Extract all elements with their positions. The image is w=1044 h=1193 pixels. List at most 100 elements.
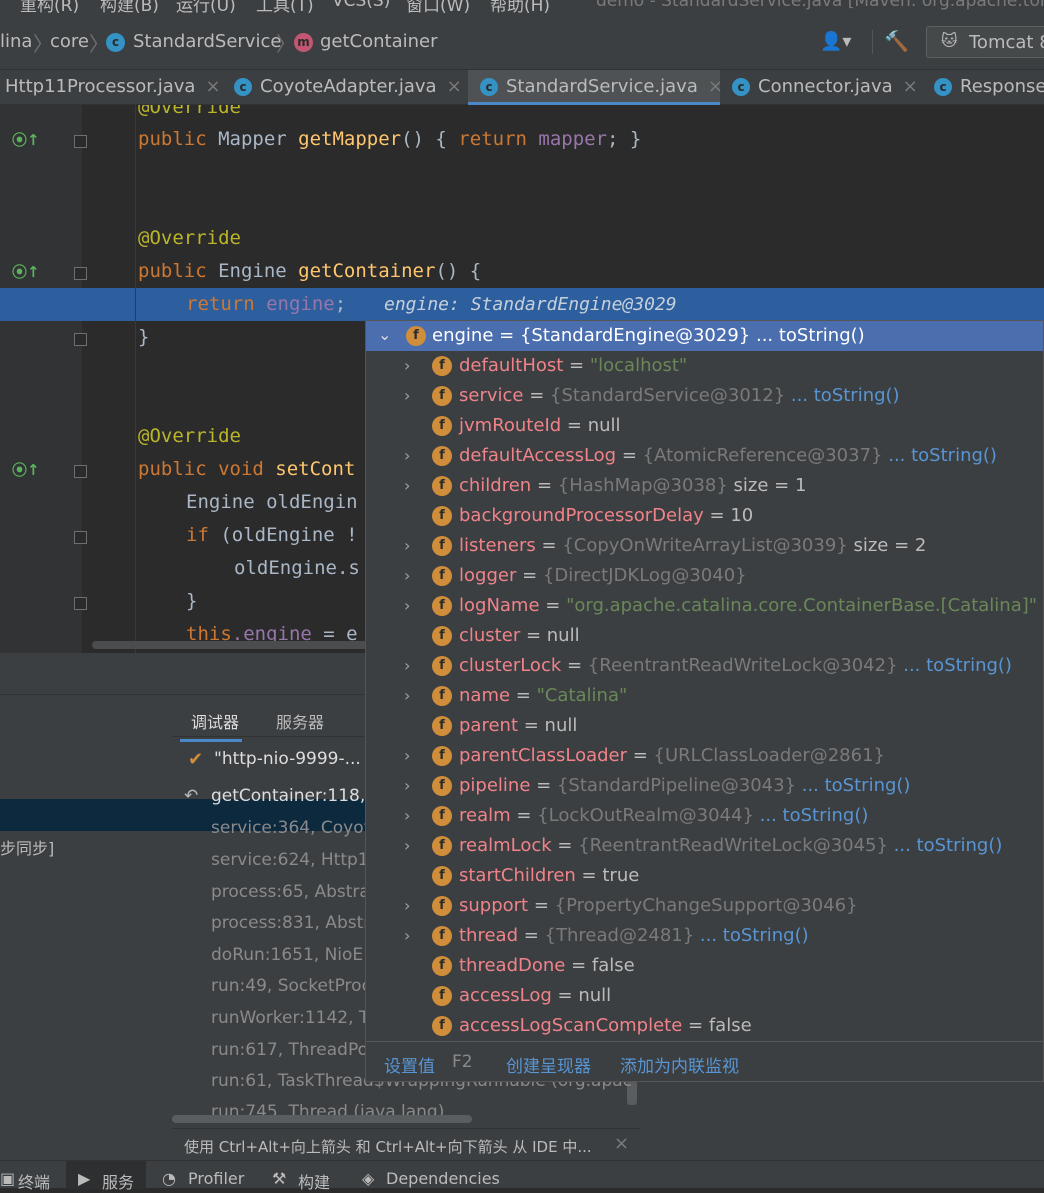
chevron-right-icon[interactable]: › xyxy=(404,591,410,621)
user-icon[interactable]: 👤▾ xyxy=(820,31,851,52)
tab-response[interactable]: c Response xyxy=(924,70,1044,105)
chevron-down-icon[interactable]: ⌄ xyxy=(378,325,391,344)
stack-frame[interactable]: run:49, SocketProc xyxy=(211,976,371,996)
set-value-link[interactable]: 设置值 xyxy=(384,1052,435,1077)
variable-row[interactable]: › f service = {StandardService@3012} ... t… xyxy=(366,381,1043,411)
stack-frame[interactable]: process:65, Abstra xyxy=(211,882,370,902)
tab-connector[interactable]: c Connector.java × xyxy=(720,70,924,105)
chevron-right-icon[interactable]: › xyxy=(404,531,410,561)
variable-row[interactable]: f startChildren = true xyxy=(366,861,1043,891)
variable-row[interactable]: f accessLog = null xyxy=(366,981,1043,1011)
variable-row[interactable]: f accessLogScanComplete = false xyxy=(366,1011,1043,1041)
chevron-right-icon[interactable]: › xyxy=(404,351,410,381)
menu-refactor[interactable]: 重构(R) xyxy=(20,0,79,14)
breadcrumb-core[interactable]: core xyxy=(50,31,89,52)
stack-frame[interactable]: service:624, Http1 xyxy=(211,850,369,870)
chevron-right-icon[interactable]: › xyxy=(404,681,410,711)
menu-help[interactable]: 帮助(H) xyxy=(490,0,550,14)
tool-services-active[interactable]: ▶ 服务 xyxy=(66,1161,146,1192)
tool-dependencies[interactable]: Dependencies xyxy=(386,1169,500,1188)
fold-icon[interactable] xyxy=(74,597,87,610)
variable-row[interactable]: f threadDone = false xyxy=(366,951,1043,981)
stack-frame[interactable]: run:617, ThreadPo xyxy=(211,1040,368,1060)
chevron-right-icon[interactable]: › xyxy=(404,561,410,591)
close-icon[interactable]: × xyxy=(205,76,220,97)
add-inline-watch-link[interactable]: 添加为内联监视 xyxy=(620,1052,739,1077)
chevron-right-icon[interactable]: › xyxy=(404,921,410,951)
tool-build[interactable]: 构建 xyxy=(298,1169,330,1193)
variable-row[interactable]: › f name = "Catalina" xyxy=(366,681,1043,711)
menu-build[interactable]: 构建(B) xyxy=(100,0,159,14)
fold-icon[interactable] xyxy=(74,333,87,346)
override-marker-icon[interactable]: ⦿↑ xyxy=(12,129,40,150)
close-icon[interactable]: × xyxy=(903,76,918,97)
fold-icon[interactable] xyxy=(74,531,87,544)
override-marker-icon[interactable]: ⦿↑ xyxy=(12,261,40,282)
variable-row[interactable]: › f support = {PropertyChangeSupport@3046} xyxy=(366,891,1043,921)
chevron-right-icon[interactable]: › xyxy=(404,471,410,501)
variable-row[interactable]: › f children = {HashMap@3038} size = 1 xyxy=(366,471,1043,501)
selected-row[interactable] xyxy=(0,799,172,831)
variable-row[interactable]: › f realmLock = {ReentrantReadWriteLock@30… xyxy=(366,831,1043,861)
chevron-right-icon[interactable]: › xyxy=(404,441,410,471)
variable-row[interactable]: › f logger = {DirectJDKLog@3040} xyxy=(366,561,1043,591)
variable-row[interactable]: f cluster = null xyxy=(366,621,1043,651)
tostring-link: ... toString() xyxy=(796,775,911,796)
override-marker-icon[interactable]: ⦿↑ xyxy=(12,459,40,480)
variable-row[interactable]: f parent = null xyxy=(366,711,1043,741)
stack-frame[interactable]: getContainer:118, xyxy=(211,786,365,806)
variable-row[interactable]: › f parentClassLoader = {URLClassLoader@28… xyxy=(366,741,1043,771)
chevron-right-icon[interactable]: › xyxy=(404,891,410,921)
close-icon[interactable]: × xyxy=(614,1133,629,1154)
chevron-right-icon[interactable]: › xyxy=(404,741,410,771)
variable-row[interactable]: › f thread = {Thread@2481} ... toString() xyxy=(366,921,1043,951)
fold-icon[interactable] xyxy=(74,267,87,280)
stack-frame[interactable]: process:831, Abstr xyxy=(211,913,370,933)
menu-run[interactable]: 运行(U) xyxy=(176,0,236,14)
fold-icon[interactable] xyxy=(74,135,87,148)
create-renderer-link[interactable]: 创建呈现器 xyxy=(506,1052,591,1077)
variable-value: false xyxy=(591,955,635,976)
chevron-right-icon[interactable]: › xyxy=(404,771,410,801)
thread-selector[interactable]: "http-nio-9999-... xyxy=(214,749,361,769)
stack-frame[interactable]: doRun:1651, NioE xyxy=(211,945,363,965)
variable-row[interactable]: › f listeners = {CopyOnWriteArrayList@3039… xyxy=(366,531,1043,561)
variable-row[interactable]: › f realm = {LockOutRealm@3044} ... toStri… xyxy=(366,801,1043,831)
build-hammer-icon[interactable]: 🔨 xyxy=(884,29,909,53)
stack-frame[interactable]: service:364, Coyot xyxy=(211,818,370,838)
chevron-right-icon[interactable]: › xyxy=(404,831,410,861)
breadcrumb-catalina[interactable]: lina xyxy=(0,31,32,52)
menu-bar: 重构(R) 构建(B) 运行(U) 工具(T) VCS(S) 窗口(W) 帮助(… xyxy=(0,0,1044,14)
variable-row[interactable]: › f pipeline = {StandardPipeline@3043} ...… xyxy=(366,771,1043,801)
menu-tools[interactable]: 工具(T) xyxy=(256,0,314,14)
tool-terminal[interactable]: 终端 xyxy=(18,1169,50,1193)
close-icon[interactable]: × xyxy=(447,76,462,97)
breadcrumb-method[interactable]: getContainer xyxy=(320,31,438,52)
chevron-right-icon[interactable]: › xyxy=(404,651,410,681)
variable-row[interactable]: › f defaultHost = "localhost" xyxy=(366,351,1043,381)
variable-row[interactable]: › f defaultAccessLog = {AtomicReference@30… xyxy=(366,441,1043,471)
run-config-selector[interactable]: 🐱 Tomcat 8 xyxy=(926,26,1044,58)
tab-server[interactable]: 服务器 xyxy=(276,709,324,733)
frames-h-scrollbar[interactable] xyxy=(172,1115,472,1123)
breadcrumb-class[interactable]: StandardService xyxy=(133,31,281,52)
variable-row[interactable]: › f clusterLock = {ReentrantReadWriteLock@… xyxy=(366,651,1043,681)
variable-inspect-popup[interactable]: ⌄ f engine = {StandardEngine@3029} ... t… xyxy=(365,320,1044,1082)
chevron-right-icon[interactable]: › xyxy=(404,381,410,411)
stack-frame[interactable]: runWorker:1142, T xyxy=(211,1008,369,1028)
tab-coyoteadapter[interactable]: c CoyoteAdapter.java × xyxy=(222,70,468,105)
variable-row[interactable]: › f logName = "org.apache.catalina.core.Co… xyxy=(366,591,1043,621)
menu-vcs[interactable]: VCS(S) xyxy=(332,0,390,11)
tab-http11processor[interactable]: Http11Processor.java × xyxy=(0,70,222,105)
tool-profiler[interactable]: Profiler xyxy=(188,1169,244,1188)
tab-standardservice[interactable]: c StandardService.java × xyxy=(468,70,723,105)
menu-window[interactable]: 窗口(W) xyxy=(406,0,470,14)
tab-debugger[interactable]: 调试器 xyxy=(191,709,239,733)
variable-text: children = {HashMap@3038} size = 1 xyxy=(459,471,806,501)
popup-root-row[interactable]: ⌄ f engine = {StandardEngine@3029} ... t… xyxy=(366,321,1043,351)
horizontal-scrollbar[interactable] xyxy=(92,641,392,649)
chevron-right-icon[interactable]: › xyxy=(404,801,410,831)
variable-row[interactable]: f jvmRouteId = null xyxy=(366,411,1043,441)
variable-row[interactable]: f backgroundProcessorDelay = 10 xyxy=(366,501,1043,531)
fold-icon[interactable] xyxy=(74,465,87,478)
